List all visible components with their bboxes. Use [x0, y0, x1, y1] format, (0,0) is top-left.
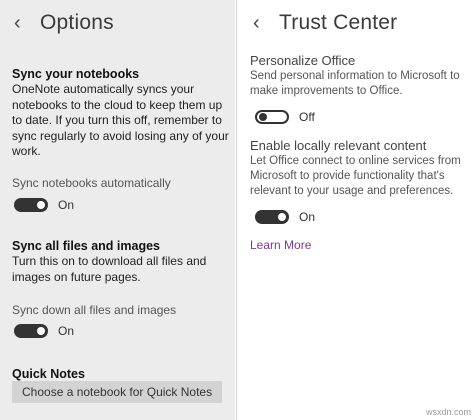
toggle-knob	[259, 113, 267, 121]
quick-notes-heading: Quick Notes	[12, 367, 85, 381]
toggle-knob	[37, 201, 45, 209]
description-line: Microsoft to provide functionality that'…	[250, 170, 445, 182]
sync-notebooks-toggle-state: On	[58, 198, 75, 212]
options-header: ‹ Options	[14, 8, 114, 38]
sync-files-heading: Sync all files and images	[12, 239, 160, 253]
description-line: Turn this on to download all files and	[12, 254, 207, 268]
description-line: relevant to your usage and preferences.	[250, 185, 454, 197]
sync-notebooks-description: OneNote automatically syncs your noteboo…	[12, 82, 234, 160]
local-content-toggle-row: On	[255, 208, 315, 226]
sync-notebooks-toggle[interactable]	[14, 198, 48, 212]
personalize-office-label: Personalize Office	[250, 53, 356, 68]
back-chevron-icon[interactable]: ‹	[253, 10, 279, 36]
description-line: images on future pages.	[12, 269, 141, 284]
choose-quick-notes-notebook-button[interactable]: Choose a notebook for Quick Notes	[12, 381, 223, 403]
options-pane: ‹ Options Sync your notebooks OneNote au…	[0, 0, 235, 420]
local-content-toggle[interactable]	[255, 210, 289, 224]
learn-more-link[interactable]: Learn More	[250, 238, 311, 252]
sync-files-toggle-row: On	[14, 322, 74, 340]
sync-files-toggle[interactable]	[14, 324, 48, 338]
toggle-knob	[278, 213, 286, 221]
local-content-description: Let Office connect to online services fr…	[250, 154, 475, 199]
description-line: OneNote automatically syncs your	[12, 82, 195, 96]
sync-notebooks-setting-label: Sync notebooks automatically	[12, 176, 171, 190]
description-line: make improvements to Office.	[250, 85, 403, 97]
local-content-toggle-state: On	[299, 210, 316, 224]
personalize-office-toggle-state: Off	[299, 110, 315, 124]
description-line: work.	[12, 144, 41, 158]
trust-center-title: Trust Center	[279, 11, 398, 34]
personalize-office-toggle[interactable]	[255, 110, 289, 124]
personalize-office-description: Send personal information to Microsoft t…	[250, 69, 475, 99]
description-line: sync regularly to avoid losing any of yo…	[12, 128, 229, 143]
sync-notebooks-toggle-row: On	[14, 196, 74, 214]
description-line: Send personal information to Microsoft t…	[250, 70, 460, 82]
personalize-office-toggle-row: Off	[255, 108, 315, 126]
sync-files-description: Turn this on to download all files and i…	[12, 254, 234, 285]
options-title: Options	[40, 11, 114, 34]
trust-center-header: ‹ Trust Center	[253, 8, 397, 38]
sync-files-setting-label: Sync down all files and images	[12, 303, 177, 317]
description-line: to date. If you turn this off, remember …	[12, 113, 222, 127]
description-line: Let Office connect to online services fr…	[250, 155, 461, 167]
toggle-knob	[37, 327, 45, 335]
sync-files-toggle-state: On	[58, 324, 75, 338]
sync-notebooks-heading: Sync your notebooks	[12, 67, 140, 81]
local-content-label: Enable locally relevant content	[250, 138, 427, 153]
description-line: notebooks to the cloud to keep them up	[12, 97, 223, 112]
watermark: wsxdn.com	[425, 407, 471, 417]
trust-center-pane: ‹ Trust Center Personalize Office Send p…	[237, 0, 475, 420]
back-chevron-icon[interactable]: ‹	[14, 10, 40, 36]
